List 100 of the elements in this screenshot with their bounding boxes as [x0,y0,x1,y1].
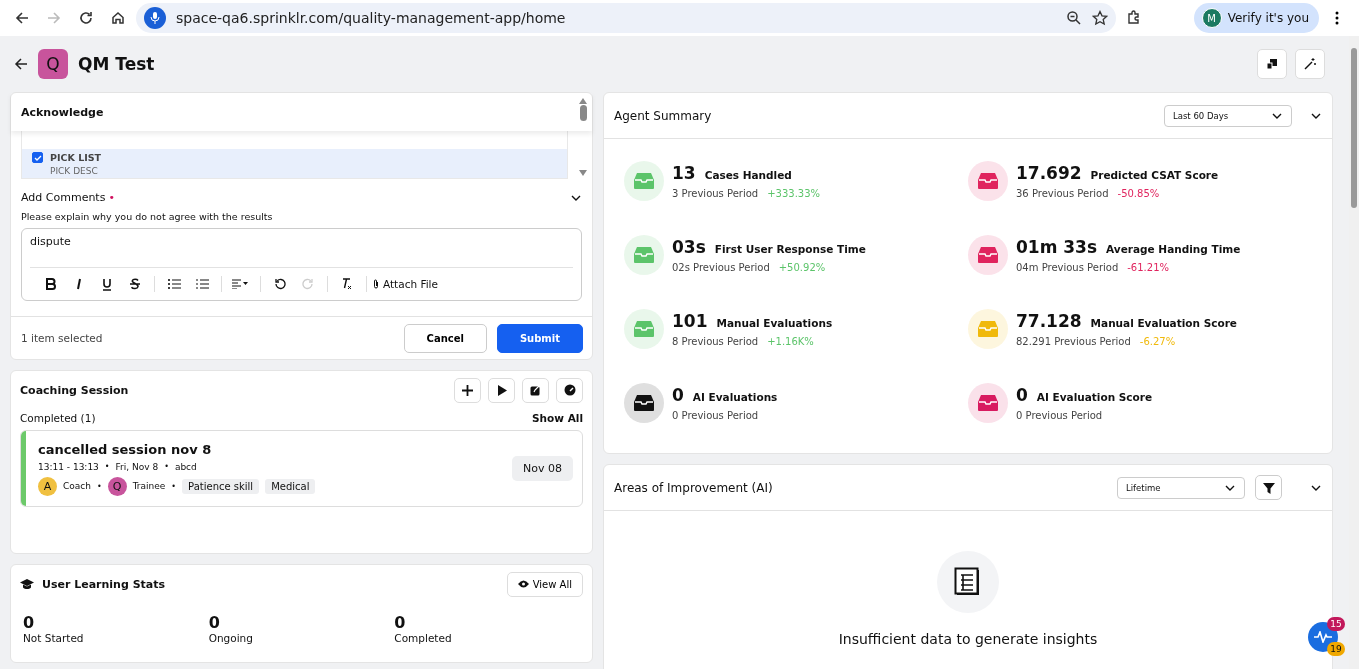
card-title: Areas of Improvement (AI) [614,480,773,495]
metric-value: 13 [672,163,696,183]
stat-value: 0 [23,613,36,632]
checkbox[interactable] [32,152,43,163]
metric-label: AI Evaluation Score [1036,391,1153,403]
filter-button[interactable] [1255,475,1282,500]
gauge-button[interactable] [556,377,583,403]
play-icon[interactable] [496,384,507,396]
voice-search-button[interactable] [144,7,166,29]
paperclip-icon[interactable] [373,279,379,289]
card-title: Coaching Session [20,383,129,397]
play-button[interactable] [488,377,515,403]
clear-format-icon[interactable] [341,278,353,290]
card-title: User Learning Stats [42,577,166,591]
submit-button[interactable]: Submit [496,323,583,353]
pulse-icon[interactable] [1314,631,1332,643]
document-list-icon [954,567,982,597]
edit-icon[interactable] [530,384,541,396]
previous-period: 8 Previous Period [672,336,759,347]
align-icon[interactable] [232,279,250,289]
metric-label: Cases Handled [704,169,792,181]
back-arrow-icon[interactable] [14,57,28,71]
zoom-icon[interactable] [1066,10,1082,26]
coach-avatar: A [38,476,57,496]
tray-icon [977,246,999,264]
role-label: Coach [63,481,91,491]
checkmark-icon [33,153,42,162]
view-all-button[interactable]: View All [506,571,583,597]
separator-dot: • [171,481,177,491]
undo-icon[interactable] [274,278,286,290]
strikethrough-icon[interactable] [130,278,140,290]
group-label: Completed (1) [20,412,96,424]
metric-label: Manual Evaluations [716,317,833,329]
layout-button[interactable] [1257,49,1287,79]
change-percent: -50.85% [1117,188,1160,199]
metric-value: 01m 33s [1016,237,1098,257]
puzzle-icon[interactable] [1126,10,1142,26]
change-percent: -61.21% [1127,262,1169,273]
italic-icon[interactable] [75,278,83,290]
attach-file-button[interactable]: Attach File [373,278,438,290]
star-icon[interactable] [1092,10,1108,26]
add-button[interactable] [454,377,481,403]
bold-icon[interactable] [46,278,56,290]
tray-icon [633,320,655,338]
previous-period: 02s Previous Period [672,262,770,273]
metric-value: 77.128 [1016,311,1082,331]
reload-icon[interactable] [79,11,93,25]
card-title: Agent Summary [614,108,712,123]
metric-value: 03s [672,237,706,257]
bullet-list-icon[interactable] [167,279,181,289]
session-note: abcd [174,461,197,472]
plus-icon[interactable] [462,384,473,396]
hint-text: Please explain why you do not agree with the results [21,211,274,222]
edit-button[interactable] [522,377,549,403]
show-all-link[interactable]: Show All [532,412,583,424]
role-label: Trainee [132,481,166,491]
tag: Medical [265,478,316,494]
metric-value: 17.692 [1016,163,1082,183]
gauge-icon[interactable] [563,384,576,396]
layout-icon[interactable] [1266,58,1278,70]
previous-period: 04m Previous Period [1016,262,1119,273]
date-chip: Nov 08 [512,456,573,481]
eye-icon[interactable] [517,580,529,588]
tray-icon [633,172,655,190]
profile-button[interactable]: M Verify it's you [1193,3,1319,33]
stat-value: 0 [394,613,407,632]
metric-value: 0 [1016,385,1028,405]
previous-period: 0 Previous Period [672,410,759,421]
comment-editor[interactable]: dispute Attach File [21,228,582,301]
metric-label: Predicted CSAT Score [1090,169,1219,181]
tray-icon [977,172,999,190]
scroll-up-icon[interactable] [578,97,588,105]
address-bar[interactable]: space-qa6.sprinklr.com/quality-management-app/home [136,3,1116,33]
menu-icon[interactable] [1335,11,1339,25]
separator-dot: • [104,462,110,471]
metric-value: 0 [672,385,684,405]
period-dropdown[interactable]: Last 60 Days [1164,104,1292,127]
magic-wand-button[interactable] [1295,49,1325,79]
cancel-button[interactable]: Cancel [403,323,487,353]
numbered-list-icon[interactable] [195,279,209,289]
trainee-avatar: Q [107,476,127,496]
separator-dot: • [96,481,102,491]
period-dropdown[interactable]: Lifetime [1117,476,1245,499]
change-percent: -6.27% [1139,336,1176,347]
previous-period: 36 Previous Period [1016,188,1109,199]
filter-icon[interactable] [1262,481,1275,494]
session-day: Fri, Nov 8 [115,461,159,472]
page-title: QM Test [78,54,155,74]
home-icon[interactable] [111,11,125,25]
tag: Patience skill [182,478,260,494]
scroll-down-icon[interactable] [578,169,588,177]
tray-icon [977,320,999,338]
back-icon[interactable] [15,11,29,25]
session-card[interactable]: cancelled session nov 8 13:11 - 13:13 • Fri, Nov 8 • abcd A Coach • Q Trainee • Patience skill Medical Nov 08 [20,430,583,507]
separator-dot: • [164,462,169,471]
option-label: PICK LIST [50,152,103,163]
underline-icon[interactable] [102,277,112,291]
magic-wand-icon[interactable] [1304,58,1316,70]
microphone-icon[interactable] [150,12,160,24]
option-description: PICK DESC [50,166,99,176]
